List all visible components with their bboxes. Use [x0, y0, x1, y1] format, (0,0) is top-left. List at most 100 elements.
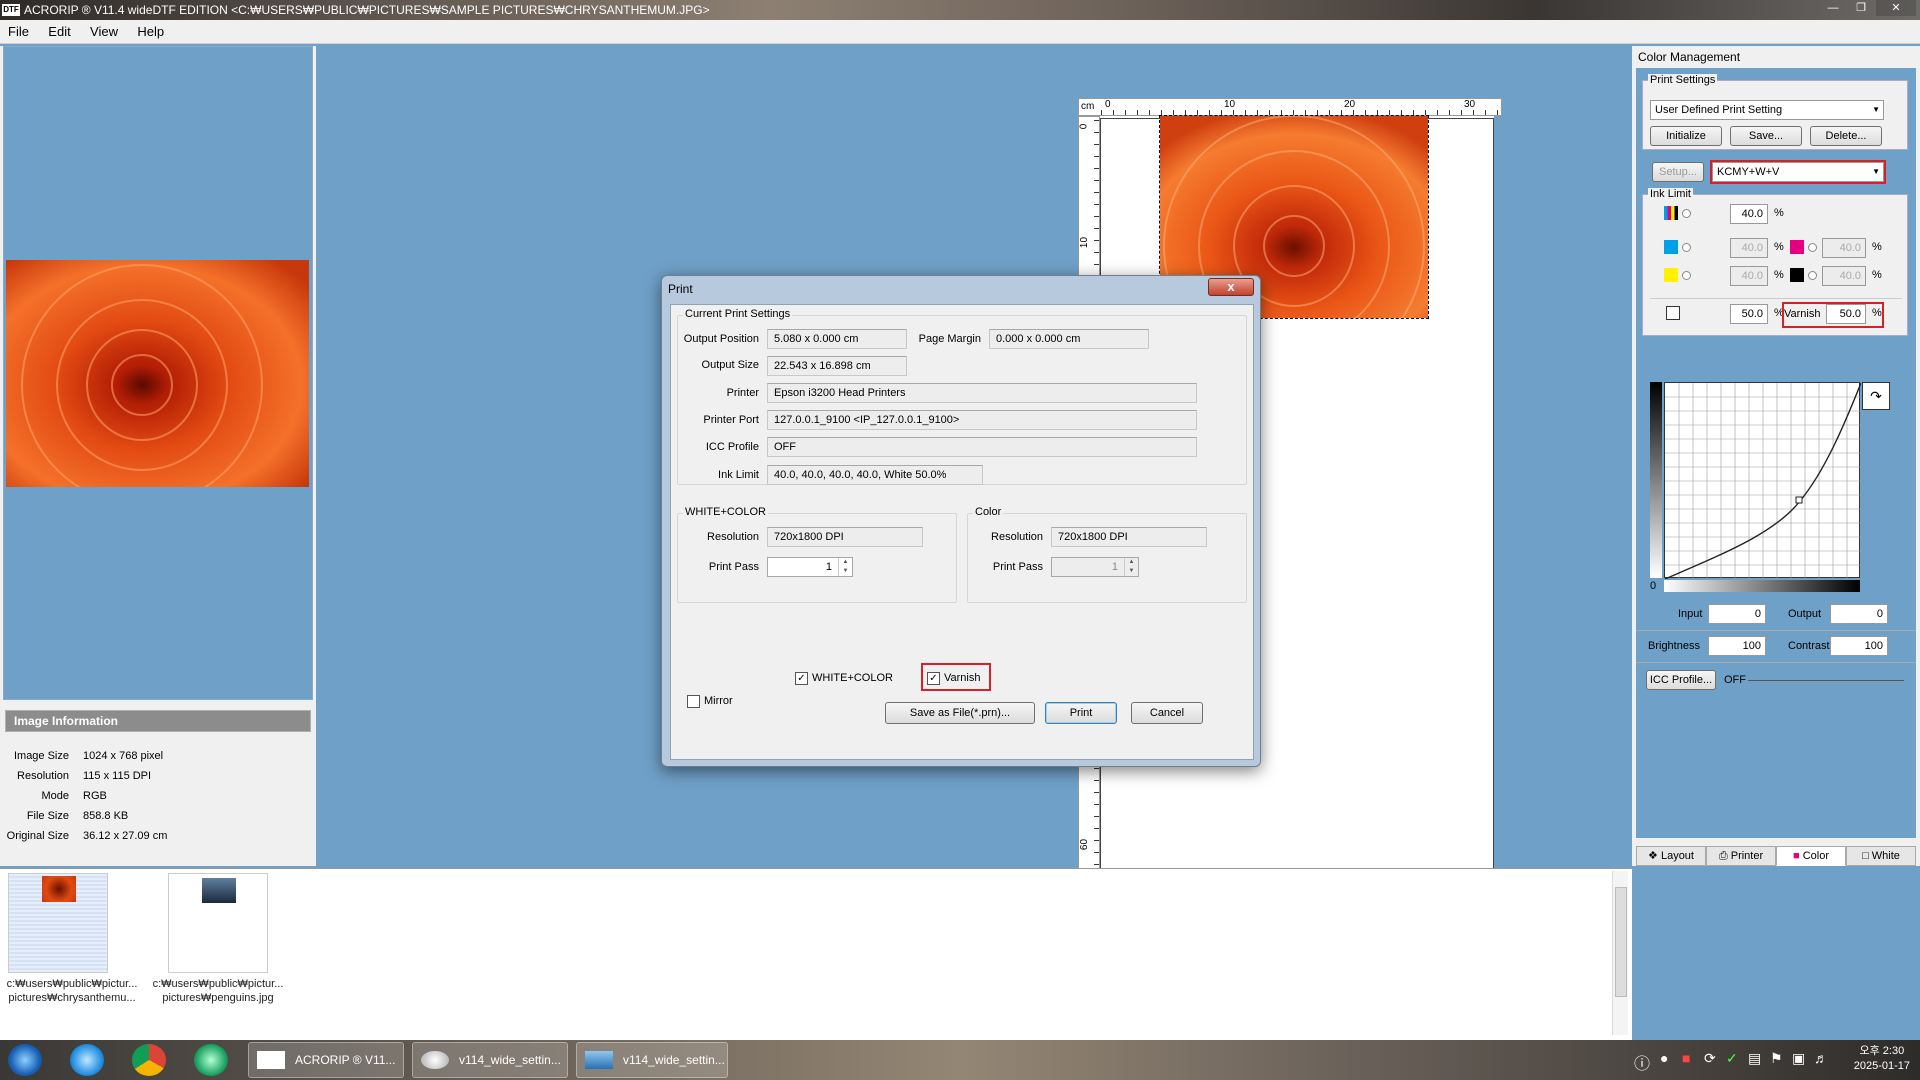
dialog-body: Current Print Settings Output Position 5… [670, 304, 1254, 760]
thumbnail-penguins[interactable] [168, 873, 268, 973]
white-color-checkbox[interactable]: ✓ WHITE+COLOR [795, 671, 893, 685]
menu-help[interactable]: Help [129, 20, 172, 44]
taskbar-item-settings-2[interactable]: v114_wide_settin... [576, 1042, 728, 1078]
thumbnail-image [42, 876, 76, 902]
tab-color[interactable]: ■ Color [1776, 846, 1846, 866]
thumbnail-image [202, 878, 236, 903]
start-button-icon[interactable] [8, 1044, 42, 1076]
brightness-input[interactable]: 100 [1708, 636, 1766, 656]
thumbnail-chrysanthemum[interactable] [8, 873, 108, 973]
cancel-button[interactable]: Cancel [1131, 702, 1203, 724]
stepper-arrows-icon[interactable]: ▲ ▼ [838, 558, 852, 576]
taskbar-item-settings-1[interactable]: v114_wide_settin... [412, 1042, 568, 1078]
delete-setting-button[interactable]: Delete... [1810, 126, 1882, 146]
image-viewer-icon [585, 1051, 613, 1069]
thumbnail-strip: c:₩users₩public₩pictur... pictures₩chrysa… [0, 868, 1632, 1040]
info-row: File Size 858.8 KB [26, 810, 129, 822]
ink-m-input: 40.0 [1822, 238, 1866, 258]
flag-icon[interactable]: ⚑ [1770, 1050, 1783, 1067]
mirror-checkbox[interactable]: Mirror [687, 694, 733, 708]
ink-y-input: 40.0 [1730, 266, 1768, 286]
thumbnail-scrollbar[interactable] [1612, 871, 1628, 1035]
tray-check-icon[interactable]: ✓ [1726, 1050, 1738, 1067]
wc-print-pass-stepper[interactable]: 1 ▲ ▼ [767, 557, 853, 577]
contrast-input[interactable]: 100 [1830, 636, 1888, 656]
display-icon[interactable]: ▣ [1792, 1050, 1805, 1067]
dropdown-arrow-icon: ▼ [1872, 105, 1880, 114]
tray-sync-icon[interactable]: ⟳ [1704, 1050, 1716, 1067]
menu-view[interactable]: View [82, 20, 126, 44]
preview-image [6, 260, 309, 506]
magenta-swatch-icon [1790, 240, 1804, 254]
taskbar: ACRORIP ® V11... v114_wide_settin... v11… [0, 1040, 1920, 1080]
ink-c-radio[interactable] [1682, 243, 1691, 252]
image-information-header: Image Information [5, 710, 311, 732]
tab-printer[interactable]: ⎙ Printer [1706, 846, 1776, 866]
ink-all-input[interactable]: 40.0 [1730, 204, 1768, 224]
ruler-horizontal: cm 0 10 20 30 [1078, 98, 1502, 116]
image-preview-area [3, 46, 313, 700]
output-position-value: 5.080 x 0.000 cm [767, 329, 907, 349]
ink-y-radio[interactable] [1682, 271, 1691, 280]
app-icon[interactable] [194, 1044, 228, 1076]
ruler-unit: cm [1081, 101, 1095, 112]
tray-app-icon[interactable]: ● [1660, 1050, 1668, 1066]
paint-icon [421, 1051, 449, 1069]
yellow-swatch-icon [1664, 268, 1678, 282]
internet-explorer-icon[interactable] [70, 1044, 104, 1076]
tone-curve-graph[interactable] [1664, 382, 1862, 580]
check-icon: ✓ [795, 671, 808, 685]
curve-input-field[interactable]: 0 [1708, 604, 1766, 624]
wc-resolution-value: 720x1800 DPI [767, 527, 923, 547]
menu-edit[interactable]: Edit [40, 20, 78, 44]
curve-gradient-vertical [1650, 382, 1662, 578]
curve-output-field[interactable]: 0 [1830, 604, 1888, 624]
minimize-icon[interactable]: — [1820, 0, 1846, 16]
ink-all-radio[interactable] [1682, 209, 1691, 218]
image-information: Image Size 1024 x 768 pixel Resolution 115… [5, 746, 311, 846]
print-button[interactable]: Print [1045, 702, 1117, 724]
ink-m-radio[interactable] [1808, 243, 1817, 252]
save-setting-button[interactable]: Save... [1730, 126, 1802, 146]
ink-mode-highlight [1710, 160, 1886, 184]
close-window-icon[interactable]: ✕ [1876, 0, 1916, 16]
initialize-button[interactable]: Initialize [1650, 126, 1722, 146]
cyan-swatch-icon [1664, 240, 1678, 254]
system-tray: ⓘ ● ■ ⟳ ✓ ▤ ⚑ ▣ ♬ 오후 2:30 2025-01-17 [1620, 1040, 1920, 1080]
printer-icon: ⎙ [1718, 850, 1728, 862]
info-row: Mode RGB [41, 790, 107, 802]
all-inks-icon [1664, 206, 1678, 220]
info-row: Resolution 115 x 115 DPI [17, 770, 152, 782]
white-icon: □ [1862, 850, 1869, 862]
ink-white-input[interactable]: 50.0 [1730, 304, 1768, 324]
volume-icon[interactable]: ♬ [1814, 1050, 1828, 1066]
printer-port-value: 127.0.0.1_9100 <IP_127.0.0.1_9100> [767, 410, 1197, 430]
chrome-icon[interactable] [132, 1044, 166, 1076]
dialog-close-button[interactable]: x [1208, 278, 1254, 296]
tray-alert-icon[interactable]: ■ [1682, 1050, 1690, 1066]
tab-white[interactable]: □ White [1846, 846, 1916, 866]
tab-layout[interactable]: ❖ Layout [1636, 846, 1706, 866]
help-icon[interactable]: ⓘ [1634, 1050, 1650, 1074]
ink-k-radio[interactable] [1808, 271, 1817, 280]
ink-k-input: 40.0 [1822, 266, 1866, 286]
setup-button: Setup... [1652, 162, 1704, 182]
ink-c-input: 40.0 [1730, 238, 1768, 258]
thumbnail-caption: c:₩users₩public₩pictur... pictures₩chrysa… [6, 978, 138, 1004]
color-print-pass-stepper: 1 ▲ ▼ [1051, 557, 1139, 577]
page-margin-value: 0.000 x 0.000 cm [989, 329, 1149, 349]
menu-bar: File Edit View Help [0, 20, 1920, 44]
taskbar-item-acrorip[interactable]: ACRORIP ® V11... [248, 1042, 404, 1078]
color-resolution-value: 720x1800 DPI [1051, 527, 1207, 547]
restore-icon[interactable]: ❐ [1848, 0, 1874, 16]
save-as-file-button[interactable]: Save as File(*.prn)... [885, 702, 1035, 724]
icc-profile-button[interactable]: ICC Profile... [1646, 670, 1716, 690]
clock[interactable]: 오후 2:30 2025-01-17 [1854, 1044, 1910, 1074]
curve-reset-icon[interactable]: ↷ [1862, 382, 1890, 410]
print-setting-select[interactable]: User Defined Print Setting ▼ [1650, 100, 1884, 120]
network-icon[interactable]: ▤ [1748, 1050, 1761, 1067]
menu-file[interactable]: File [0, 20, 37, 44]
icc-profile-state: OFF [1724, 674, 1746, 686]
info-row: Image Size 1024 x 768 pixel [13, 750, 164, 762]
panel-tabs: ❖ Layout ⎙ Printer ■ Color □ White [1636, 846, 1916, 866]
